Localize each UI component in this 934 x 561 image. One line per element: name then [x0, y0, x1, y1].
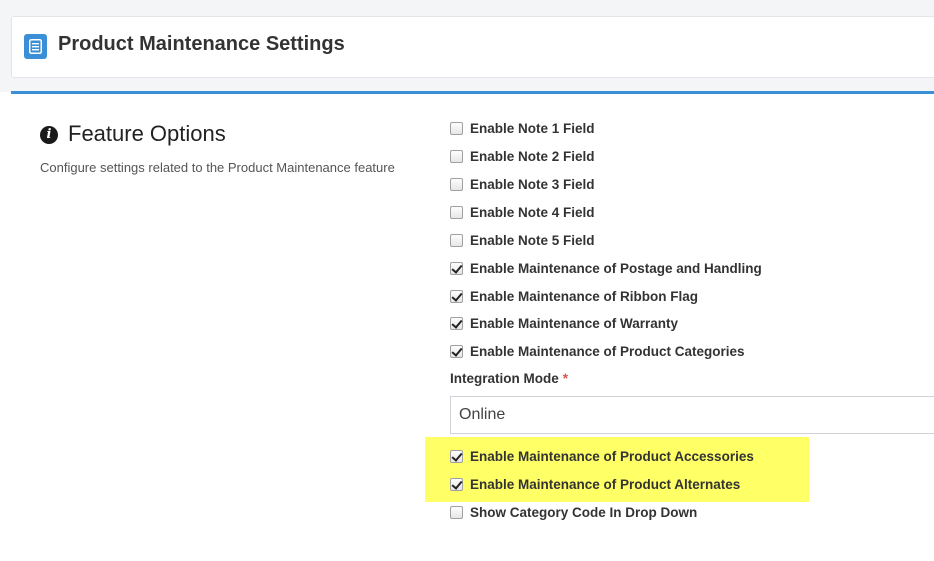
- option-label: Enable Note 2 Field: [470, 148, 595, 164]
- option-product-alternates[interactable]: Enable Maintenance of Product Alternates: [450, 474, 740, 494]
- integration-mode-select[interactable]: Online: [450, 396, 934, 434]
- info-circle-icon: i: [40, 126, 58, 144]
- option-enable-note-3[interactable]: Enable Note 3 Field: [450, 174, 595, 194]
- option-enable-note-1[interactable]: Enable Note 1 Field: [450, 118, 595, 138]
- checkbox[interactable]: [450, 149, 463, 163]
- option-label: Enable Maintenance of Warranty: [470, 315, 679, 331]
- option-enable-note-5[interactable]: Enable Note 5 Field: [450, 230, 595, 250]
- option-label: Show Category Code In Drop Down: [470, 504, 698, 520]
- option-postage-handling[interactable]: Enable Maintenance of Postage and Handli…: [450, 258, 762, 278]
- integration-mode-label: Integration Mode *: [450, 371, 568, 386]
- checkbox[interactable]: [450, 316, 463, 330]
- checkbox[interactable]: [450, 505, 463, 519]
- option-label: Enable Maintenance of Product Alternates: [470, 476, 741, 492]
- checkbox[interactable]: [450, 121, 463, 135]
- option-label: Enable Maintenance of Postage and Handli…: [470, 260, 762, 276]
- option-show-category-code[interactable]: Show Category Code In Drop Down: [450, 502, 697, 522]
- option-warranty[interactable]: Enable Maintenance of Warranty: [450, 313, 678, 333]
- option-ribbon-flag[interactable]: Enable Maintenance of Ribbon Flag: [450, 286, 698, 306]
- option-label: Enable Note 5 Field: [470, 232, 595, 248]
- required-mark: *: [562, 371, 569, 386]
- checkbox[interactable]: [450, 289, 463, 303]
- checkbox[interactable]: [450, 177, 463, 191]
- checkbox[interactable]: [450, 344, 463, 358]
- option-label: Enable Note 1 Field: [470, 120, 595, 136]
- option-label: Enable Note 4 Field: [470, 204, 595, 220]
- checkbox[interactable]: [450, 449, 463, 463]
- option-enable-note-2[interactable]: Enable Note 2 Field: [450, 146, 595, 166]
- option-label: Enable Maintenance of Product Accessorie…: [470, 448, 754, 464]
- section-title: Feature Options: [68, 121, 226, 146]
- checkbox[interactable]: [450, 261, 463, 275]
- option-label: Enable Maintenance of Product Categories: [470, 343, 745, 359]
- page-title: Product Maintenance Settings: [58, 33, 345, 55]
- checkbox[interactable]: [450, 477, 463, 491]
- integration-mode-value: Online: [459, 406, 506, 423]
- checkbox[interactable]: [450, 205, 463, 219]
- section-description: Configure settings related to the Produc…: [40, 160, 395, 175]
- option-enable-note-4[interactable]: Enable Note 4 Field: [450, 202, 595, 222]
- option-product-categories[interactable]: Enable Maintenance of Product Categories: [450, 341, 745, 361]
- option-product-accessories[interactable]: Enable Maintenance of Product Accessorie…: [450, 446, 754, 466]
- integration-mode-label-text: Integration Mode: [450, 371, 559, 386]
- document-list-icon: [24, 34, 47, 59]
- option-label: Enable Note 3 Field: [470, 176, 595, 192]
- checkbox[interactable]: [450, 233, 463, 247]
- option-label: Enable Maintenance of Ribbon Flag: [470, 288, 699, 304]
